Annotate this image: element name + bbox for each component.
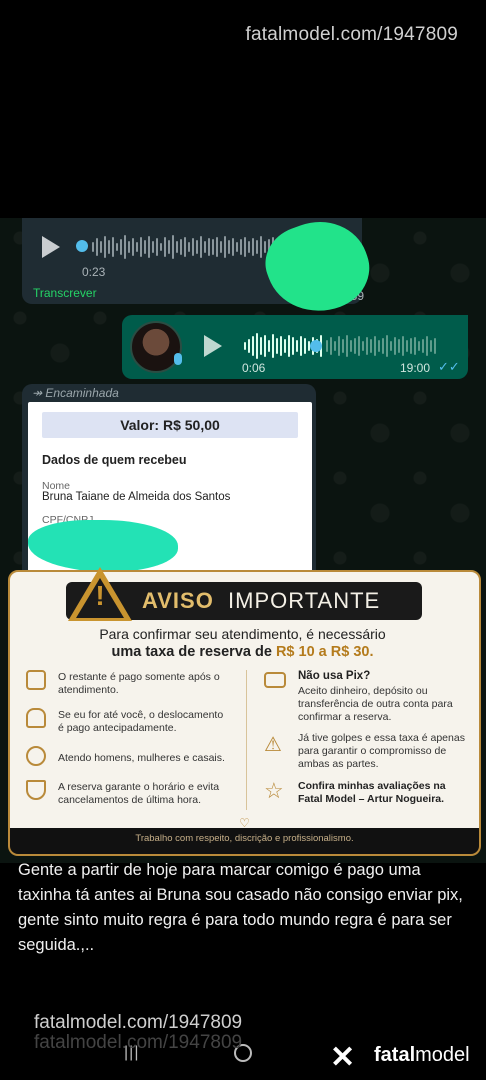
watermark-top: fatalmodel.com/1947809 [245,24,458,45]
audio-waveform [92,232,286,262]
notice-line-1: Para confirmar seu atendimento, é necess… [99,626,386,642]
play-icon[interactable] [204,335,222,357]
car-icon [26,708,46,728]
receipt-amount: Valor: R$ 50,00 [42,412,298,438]
cash-icon [264,672,286,688]
audio-duration: 0:06 [242,361,266,375]
post-caption: Gente a partir de hoje para marcar comig… [18,861,463,954]
outgoing-audio-bubble: 0:06 19:00 ✓✓ [122,315,468,379]
shield-check-icon [26,780,46,800]
forwarded-text: Encaminhada [45,386,119,400]
audio-duration: 0:23 [82,265,106,279]
notice-line-2: uma taxa de reserva de R$ 10 a R$ 30. [8,644,477,660]
play-icon[interactable] [42,236,60,258]
double-check-icon: ✓✓ [438,359,460,374]
receipt-section-title: Dados de quem recebeu [42,453,187,467]
audio-time: 19:00 [400,361,431,375]
notice-right-item-3-title: Confira minhas avaliações na Fatal Model… [298,780,446,805]
notice-left-item-3: Atendo homens, mulheres e casais. [58,752,225,764]
heart-icon: ♡ [239,816,250,830]
avatar [130,321,182,373]
notice-right-item-2-text: Já tive golpes e essa taxa é apenas para… [298,732,465,770]
watermark-bottom: fatalmodel.com/1947809 [34,1012,243,1033]
brand-name-suffix: model [415,1044,470,1066]
notice-banner-left: AVISO [142,588,214,613]
forwarded-label: ↠ Encaminhada [32,386,119,400]
exclamation-icon: ! [95,580,105,611]
brand-name: fatalmodel [374,1044,470,1067]
receipt-name-value: Bruna Taiane de Almeida dos Santos [42,491,231,503]
warning-icon: ⚠ [264,734,282,756]
brand-name-prefix: fatal [374,1044,416,1066]
audio-progress-dot[interactable] [76,240,88,252]
fatalmodel-logo-icon: ✕ [330,1041,356,1074]
watermark-ghost: fatalmodel.com/1947809 [34,1032,243,1053]
notice-footer-text: Trabalho com respeito, discrição e profi… [135,833,354,844]
notice-right-item-1-title: Não usa Pix? [298,670,371,682]
calendar-money-icon [26,670,46,690]
notice-right-item-1-text: Aceito dinheiro, depósito ou transferênc… [298,685,453,723]
notice-line-2-prefix: uma taxa de reserva de [111,644,276,660]
notice-amount: R$ 10 a R$ 30. [275,644,374,660]
notice-left-item-1: O restante é pago somente após o atendim… [58,671,220,696]
notice-footer-bar: ♡ Trabalho com respeito, discrição e pro… [8,816,481,856]
notice-left-item-2: Se eu for até você, o deslocamento é pag… [58,709,224,734]
mic-icon [174,353,182,365]
audio-progress-dot[interactable] [310,340,322,352]
column-divider [246,670,247,810]
audio-waveform-remaining [326,331,436,361]
notice-left-item-4: A reserva garante o horário e evita canc… [58,781,220,806]
people-icon [26,746,46,766]
transcribe-button[interactable]: Transcrever [33,286,97,300]
forward-arrow-icon: ↠ [32,386,43,400]
notice-banner-right: IMPORTANTE [228,588,381,613]
star-icon: ☆ [264,778,284,803]
